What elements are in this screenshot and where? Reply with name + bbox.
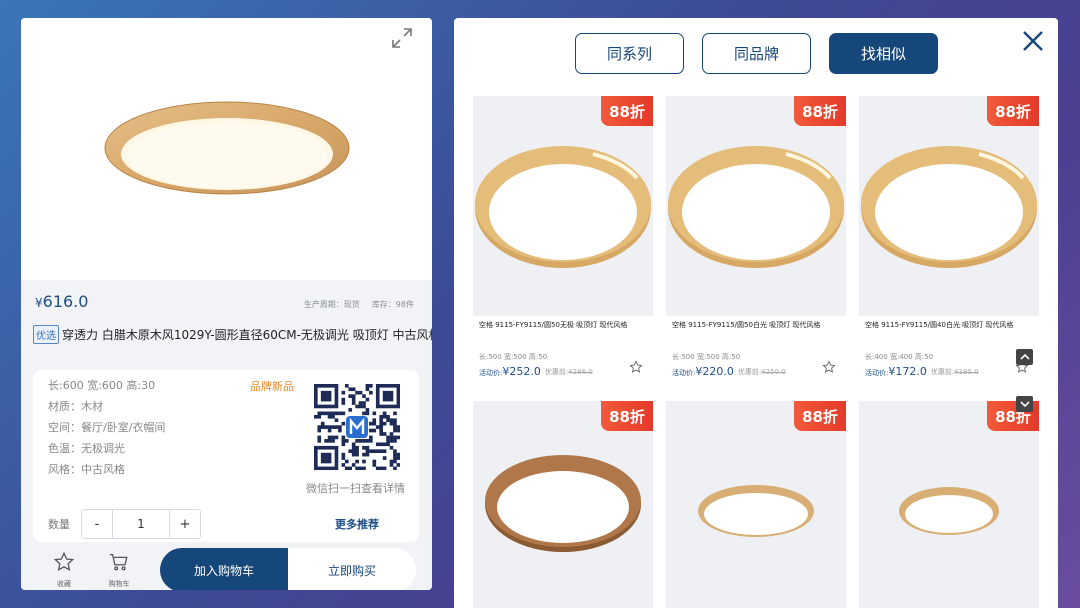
product-card[interactable]: 88折: [666, 401, 846, 608]
spec-dimensions: 长:600 宽:600 高:30: [48, 379, 156, 392]
card-info: 空格 9115-FY9115/圆50无极 吸顶灯 现代风格 长:500 宽:50…: [473, 316, 653, 388]
activity-price: 活动价:¥220.0: [672, 365, 734, 378]
product-image[interactable]: [21, 18, 432, 280]
activity-price-value: ¥220.0: [695, 365, 734, 378]
close-icon[interactable]: [1022, 30, 1044, 52]
discount-badge: 88折: [601, 96, 653, 126]
activity-label: 活动价:: [672, 369, 696, 377]
original-price: 优惠前:¥286.0: [545, 367, 593, 377]
price-row: ¥616.0 生产周期：现货 库存：98件: [35, 292, 414, 316]
product-thumbnail: [666, 96, 846, 316]
card-info: 空格 9115-FY9115/圆40白光 吸顶灯 现代风格 长:400 宽:40…: [859, 316, 1039, 388]
preferred-badge: 优选: [33, 324, 59, 344]
card-title: 空格 9115-FY9115/圆40白光 吸顶灯 现代风格: [865, 321, 1014, 329]
star-icon: [53, 551, 75, 572]
product-price: ¥616.0: [35, 292, 88, 311]
expand-icon[interactable]: [390, 26, 414, 50]
original-label: 优惠前:: [737, 367, 762, 376]
favorite-button[interactable]: 收藏: [44, 548, 84, 590]
buy-now-button[interactable]: 立即购买: [288, 548, 416, 590]
activity-label: 活动价:: [865, 369, 889, 377]
card-info: 空格 9115-FY9115/圆50白光 吸顶灯 现代风格 长:500 宽:50…: [666, 316, 846, 388]
spec-material: 材质：木材: [48, 400, 103, 413]
product-card[interactable]: 88折 空格 9115-FY9115/圆50无极 吸顶灯 现代风格 长:500 …: [473, 96, 653, 388]
quantity-label: 数量: [48, 518, 70, 531]
card-dimensions: 长:400 宽:400 高:50: [865, 353, 934, 361]
product-thumbnail: [859, 96, 1039, 316]
tab-same-series[interactable]: 同系列: [575, 33, 684, 74]
quantity-stepper: - 1 +: [81, 509, 201, 539]
original-price-value: ¥250.0: [761, 367, 786, 376]
card-title: 空格 9115-FY9115/圆50无极 吸顶灯 现代风格: [479, 321, 628, 329]
activity-price: 活动价:¥252.0: [479, 365, 541, 378]
tab-bar: 同系列 同品牌 找相似: [575, 33, 938, 74]
card-prices: 活动价:¥172.0 优惠前:¥195.0: [865, 365, 1033, 378]
price-value: 616.0: [42, 292, 89, 311]
cart-caption: 购物车: [108, 580, 130, 588]
spec-space: 空间：餐厅/卧室/衣帽间: [48, 421, 166, 434]
action-bar: 收藏 购物车 加入购物车 立即购买: [21, 548, 432, 590]
discount-badge: 88折: [794, 401, 846, 431]
original-price: 优惠前:¥250.0: [738, 367, 786, 377]
discount-badge: 88折: [987, 96, 1039, 126]
stock-count: 库存：98件: [371, 300, 414, 309]
activity-price-value: ¥172.0: [888, 365, 927, 378]
spec-card: 长:600 宽:600 高:30 材质：木材 空间：餐厅/卧室/衣帽间 色温：无…: [33, 370, 419, 542]
currency-symbol: ¥: [35, 296, 43, 310]
tab-find-similar[interactable]: 找相似: [829, 33, 938, 74]
product-card[interactable]: 88折 空格 9115-FY9115/圆40白光 吸顶灯 现代风格 长:400 …: [859, 96, 1039, 388]
star-icon[interactable]: [629, 359, 643, 373]
quantity-minus-button[interactable]: -: [82, 510, 112, 538]
cart-button[interactable]: 购物车: [99, 548, 139, 590]
recommendations-panel: 同系列 同品牌 找相似 88折 空格 9115-FY9115/圆50无极 吸顶灯…: [454, 18, 1058, 608]
card-prices: 活动价:¥220.0 优惠前:¥250.0: [672, 365, 840, 378]
product-thumbnail: [473, 401, 653, 608]
original-label: 优惠前:: [544, 367, 569, 376]
discount-badge: 88折: [794, 96, 846, 126]
product-title-text: 穿透力 白腊木原木风1029Y-圆形直径60CM-无极调光 吸顶灯 中古风格: [62, 327, 432, 342]
product-card[interactable]: 88折: [859, 401, 1039, 608]
production-cycle: 生产周期：现货: [303, 300, 360, 309]
original-label: 优惠前:: [930, 367, 955, 376]
spec-style: 风格：中古风格: [48, 463, 125, 476]
cart-icon: [109, 554, 128, 571]
card-prices: 活动价:¥252.0 优惠前:¥286.0: [479, 365, 647, 378]
stock-meta: 生产周期：现货 库存：98件: [304, 299, 414, 310]
product-info: ¥616.0 生产周期：现货 库存：98件 优选 穿透力 白腊木原木风1029Y…: [21, 280, 432, 590]
card-dimensions: 长:500 宽:500 高:50: [479, 353, 548, 361]
quantity-plus-button[interactable]: +: [170, 510, 200, 538]
product-card[interactable]: 88折: [473, 401, 653, 608]
product-detail-panel: ¥616.0 生产周期：现货 库存：98件 优选 穿透力 白腊木原木风1029Y…: [21, 18, 432, 590]
original-price: 优惠前:¥195.0: [931, 367, 979, 377]
qr-code: [314, 384, 401, 471]
product-card[interactable]: 88折 空格 9115-FY9115/圆50白光 吸顶灯 现代风格 长:500 …: [666, 96, 846, 388]
card-title: 空格 9115-FY9115/圆50白光 吸顶灯 现代风格: [672, 321, 821, 329]
original-price-value: ¥286.0: [568, 367, 593, 376]
card-dimensions: 长:500 宽:500 高:50: [672, 353, 741, 361]
favorite-caption: 收藏: [57, 580, 71, 588]
tab-same-brand[interactable]: 同品牌: [702, 33, 811, 74]
star-icon[interactable]: [822, 359, 836, 373]
spec-list: 长:600 宽:600 高:30 材质：木材 空间：餐厅/卧室/衣帽间 色温：无…: [48, 378, 165, 483]
brand-new-label: 品牌新品: [250, 380, 294, 393]
add-to-cart-button[interactable]: 加入购物车: [160, 548, 288, 590]
product-thumbnail: [859, 401, 1039, 608]
product-title: 优选 穿透力 白腊木原木风1029Y-圆形直径60CM-无极调光 吸顶灯 中古风…: [33, 324, 432, 344]
ceiling-lamp-image: [104, 101, 350, 195]
activity-label: 活动价:: [479, 369, 503, 377]
spec-color-temp: 色温：无极调光: [48, 442, 125, 455]
original-price-value: ¥195.0: [954, 367, 979, 376]
scroll-up-icon[interactable]: [1016, 349, 1033, 365]
product-thumbnail: [666, 401, 846, 608]
quantity-input[interactable]: 1: [112, 510, 170, 538]
activity-price-value: ¥252.0: [502, 365, 541, 378]
qr-caption: 微信扫一扫查看详情: [306, 482, 405, 495]
more-recommendations-link[interactable]: 更多推荐: [335, 516, 379, 532]
activity-price: 活动价:¥172.0: [865, 365, 927, 378]
scroll-down-icon[interactable]: [1016, 396, 1033, 412]
discount-badge: 88折: [601, 401, 653, 431]
product-thumbnail: [473, 96, 653, 316]
